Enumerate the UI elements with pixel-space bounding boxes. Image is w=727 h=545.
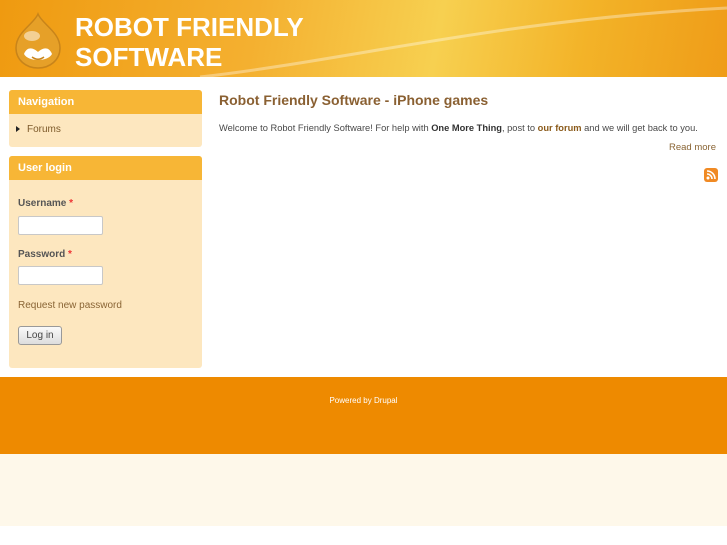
request-new-password-link[interactable]: Request new password bbox=[18, 300, 122, 311]
username-input[interactable] bbox=[18, 216, 103, 235]
page-bottom bbox=[0, 454, 727, 526]
site-footer: Powered by Drupal bbox=[0, 377, 727, 454]
intro-part: , post to bbox=[501, 123, 538, 133]
intro-text: Welcome to Robot Friendly Software! For … bbox=[219, 122, 719, 134]
navigation-block: Navigation Forums bbox=[9, 90, 202, 147]
navigation-title: Navigation bbox=[9, 90, 202, 114]
required-mark: * bbox=[68, 249, 72, 260]
required-mark: * bbox=[69, 198, 74, 209]
site-name[interactable]: ROBOT FRIENDLY SOFTWARE bbox=[75, 12, 375, 72]
username-label: Username * bbox=[18, 198, 73, 209]
intro-part: Welcome to Robot Friendly Software! For … bbox=[219, 123, 432, 133]
site-name-line2[interactable]: SOFTWARE bbox=[75, 42, 375, 72]
username-label-text: Username bbox=[18, 198, 67, 209]
user-login-title: User login bbox=[9, 156, 202, 180]
rss-feed-icon[interactable] bbox=[704, 168, 718, 182]
password-label: Password * bbox=[18, 249, 72, 260]
nav-item-forums[interactable]: Forums bbox=[16, 124, 61, 135]
password-label-text: Password bbox=[18, 249, 66, 260]
login-button[interactable]: Log in bbox=[18, 326, 62, 345]
read-more-link[interactable]: Read more bbox=[669, 142, 716, 153]
page-title: Robot Friendly Software - iPhone games bbox=[219, 92, 489, 108]
site-header: ROBOT FRIENDLY SOFTWARE bbox=[0, 0, 727, 77]
intro-part: and we will get back to you. bbox=[581, 123, 698, 133]
drupal-logo-icon[interactable] bbox=[12, 12, 64, 70]
user-login-block: User login Username * Password * Request… bbox=[9, 156, 202, 368]
powered-by-drupal-link[interactable]: Powered by Drupal bbox=[0, 396, 727, 405]
password-input[interactable] bbox=[18, 266, 103, 285]
intro-bold: One More Thing bbox=[431, 123, 502, 133]
forum-link[interactable]: our forum bbox=[538, 123, 582, 133]
site-name-line1[interactable]: ROBOT FRIENDLY bbox=[75, 12, 375, 42]
